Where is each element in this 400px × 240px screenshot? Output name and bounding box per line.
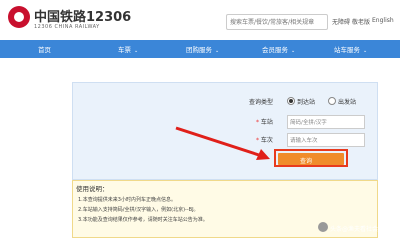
note-line-3: 3.本功能及查询结果仅作参考，请随时关注车站公告为准。 <box>78 217 208 223</box>
note-line-2: 2.车站输入支持简码/全拼/汉字输入，例如(北京)--BJ。 <box>78 207 199 213</box>
watermark-text: 头条@渔夫看社会 <box>330 226 379 233</box>
watermark-avatar <box>318 222 328 232</box>
notes-title: 使用说明： <box>76 185 109 193</box>
note-line-1: 1.本查询提供未来3小时内列车正晚点信息。 <box>78 197 176 203</box>
